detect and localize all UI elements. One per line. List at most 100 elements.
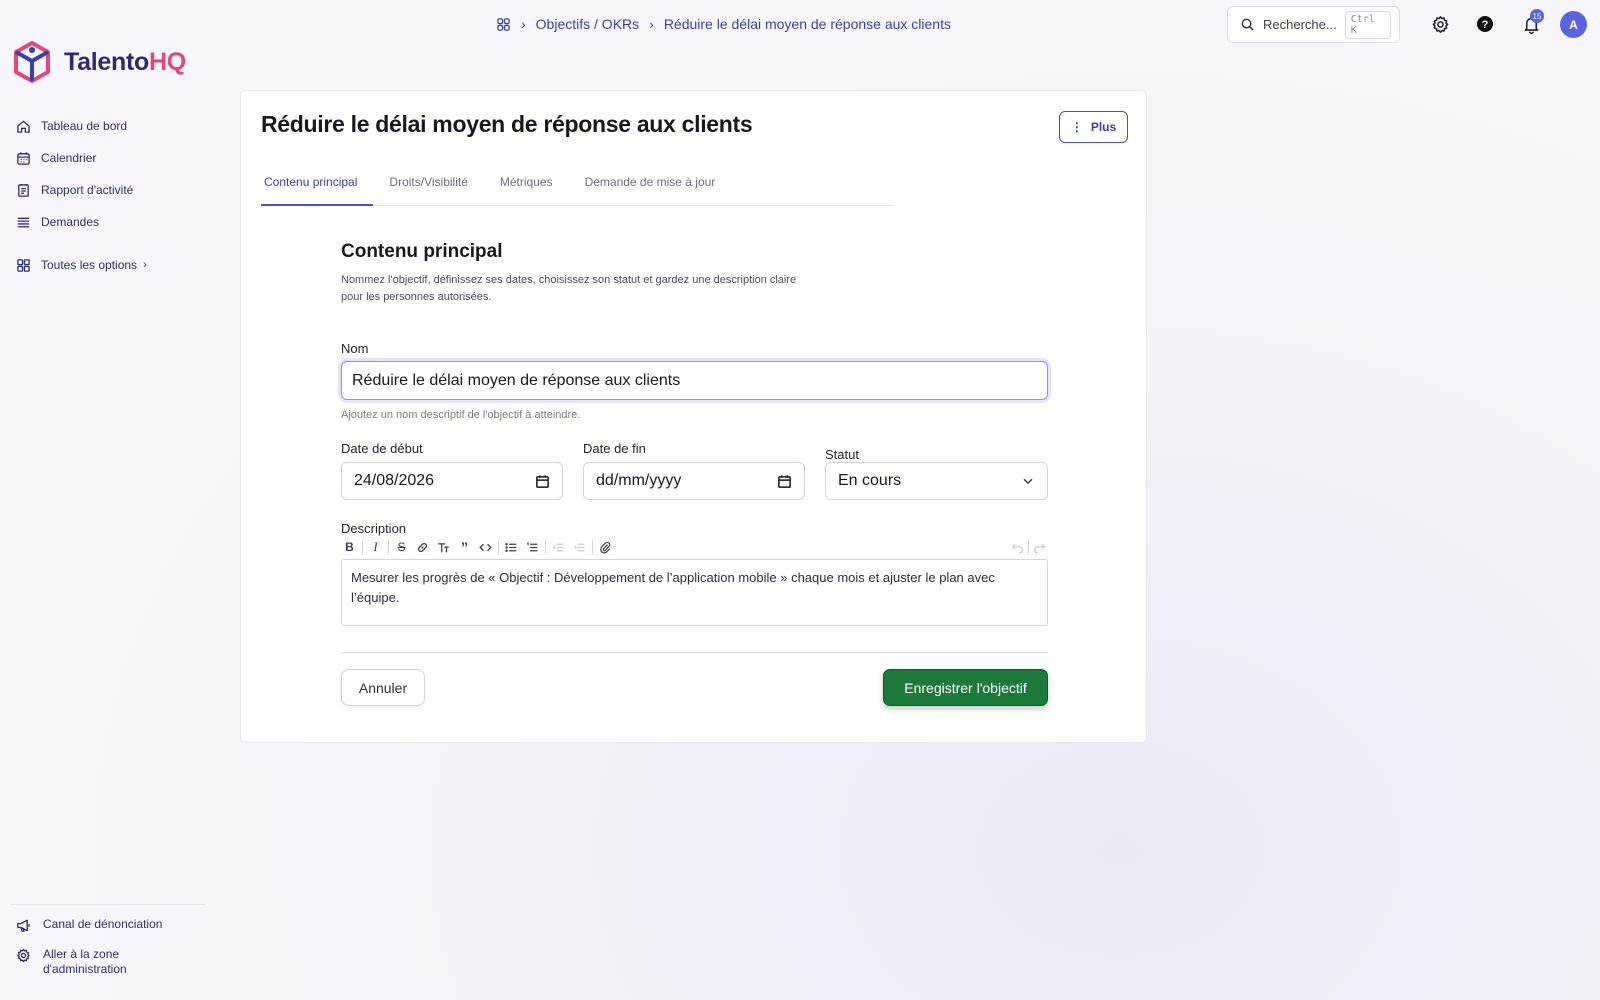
italic-icon: I [373,539,378,554]
search-shortcut: Ctrl K [1344,10,1391,39]
breadcrumb-current: Réduire le délai moyen de réponse aux cl… [663,16,951,32]
home-icon [17,120,30,133]
name-help-text: Ajoutez un nom descriptif de l'objectif … [341,409,581,421]
outdent-icon [552,543,564,551]
start-date-field[interactable]: 24/08/2026 [341,462,563,500]
bullet-list-icon [505,542,517,552]
objective-card: Réduire le délai moyen de réponse aux cl… [240,90,1147,743]
numbered-list-button[interactable] [524,538,541,556]
outdent-button[interactable] [550,538,567,556]
megaphone-icon [17,919,30,932]
notification-count-badge: 15 [1530,9,1544,23]
sidebar-item-activity-report[interactable]: Rapport d'activité [16,174,216,206]
calendar-icon[interactable] [535,474,550,489]
status-select[interactable]: En cours [825,462,1048,500]
calendar-icon [17,151,30,165]
help-icon: ? [1477,16,1493,32]
link-icon [418,542,427,552]
sidebar-item-whistleblowing[interactable]: Canal de dénonciation [16,917,206,933]
chevron-right-icon: › [143,259,147,271]
svg-text:?: ? [1482,19,1489,31]
bullet-list-button[interactable] [503,538,520,556]
quote-icon: ” [461,539,468,555]
grid-icon [17,258,30,272]
gear-icon [1432,15,1448,33]
list-icon [17,217,30,227]
sidebar-item-requests[interactable]: Demandes [16,206,216,238]
end-date-placeholder: dd/mm/yyyy [596,472,682,489]
text-size-icon [438,542,449,552]
breadcrumb-section-link[interactable]: Objectifs / OKRs [536,16,639,32]
sidebar-footer: Canal de dénonciation Aller à la zone d'… [10,904,206,977]
heading-button[interactable] [435,538,452,556]
undo-button[interactable] [1009,538,1026,556]
start-date-value: 24/08/2026 [354,472,435,489]
tab-metrics[interactable]: Métriques [484,165,569,206]
status-value: En cours [838,472,902,489]
sidebar-item-label: Tableau de bord [41,119,128,133]
strikethrough-icon: S [397,540,406,554]
sidebar-item-label: Demandes [41,215,100,229]
sidebar-item-all-options[interactable]: Toutes les options › [16,249,216,281]
more-vertical-icon: ⋮ [1070,120,1083,134]
code-button[interactable] [477,538,494,556]
section-description: Nommez l'objectif, définissez ses dates,… [341,274,797,303]
quote-button[interactable]: ” [456,538,473,556]
chevron-right-icon: › [649,16,654,32]
brand-name: TalentoHQ [64,47,186,76]
cube-logo-icon [14,41,50,83]
calendar-icon[interactable] [777,474,792,489]
link-button[interactable] [414,538,431,556]
main-content-form: Contenu principal Nommez l'objectif, déf… [341,241,1048,706]
apps-grid-icon[interactable] [496,17,511,32]
save-objective-button[interactable]: Enregistrer l'objectif [883,669,1048,706]
sidebar-item-label: Toutes les options [41,258,138,272]
avatar[interactable]: A [1560,11,1587,38]
help-button[interactable]: ? [1474,13,1496,35]
bold-button[interactable]: B [341,538,358,556]
breadcrumb: › Objectifs / OKRs › Réduire le délai mo… [496,16,951,32]
end-date-field[interactable]: dd/mm/yyyy [583,462,805,500]
sidebar-item-dashboard[interactable]: Tableau de bord [16,110,216,142]
paperclip-icon [600,541,611,553]
strikethrough-button[interactable]: S [393,538,410,556]
sidebar-item-label: Aller à la zone d'administration [43,947,127,976]
more-button[interactable]: ⋮ Plus [1059,111,1128,143]
tab-bar: Contenu principal Droits/Visibilité Métr… [261,165,894,206]
sidebar-nav: Tableau de bord Calendrier Rapport d'act… [16,110,216,281]
redo-button[interactable] [1031,538,1048,556]
global-search[interactable]: Recherche... Ctrl K [1227,6,1400,43]
more-button-label: Plus [1090,120,1117,134]
section-title: Contenu principal [341,241,503,262]
indent-icon [574,543,585,551]
gear-icon [17,948,30,963]
attach-button[interactable] [597,538,614,556]
sidebar-item-admin-zone[interactable]: Aller à la zone d'administration [16,947,206,977]
name-label: Nom [341,341,369,356]
cancel-button[interactable]: Annuler [341,669,425,706]
status-label: Statut [825,447,859,462]
sidebar-item-label: Calendrier [41,151,97,165]
tab-update-request[interactable]: Demande de mise à jour [569,165,732,206]
tab-main-content[interactable]: Contenu principal [261,165,374,206]
description-label: Description [341,521,407,536]
search-icon [1241,18,1254,31]
name-input[interactable] [341,361,1048,400]
end-date-label: Date de fin [583,441,646,456]
start-date-label: Date de début [341,441,423,456]
numbered-list-icon [526,541,538,551]
editor-toolbar: B I S ” [341,537,1048,557]
description-editor[interactable]: Mesurer les progrès de « Objectif : Déve… [341,559,1048,626]
code-icon [479,543,492,551]
page-title: Réduire le délai moyen de réponse aux cl… [261,111,753,137]
indent-button[interactable] [571,538,588,556]
form-divider [341,652,1048,653]
undo-icon [1011,543,1023,554]
tab-rights-visibility[interactable]: Droits/Visibilité [373,165,483,206]
chevron-down-icon [1023,478,1033,485]
italic-button[interactable]: I [367,538,384,556]
brand-logo[interactable]: TalentoHQ [12,40,186,84]
settings-button[interactable] [1429,13,1451,35]
redo-icon [1034,543,1046,554]
sidebar-item-calendar[interactable]: Calendrier [16,142,216,174]
